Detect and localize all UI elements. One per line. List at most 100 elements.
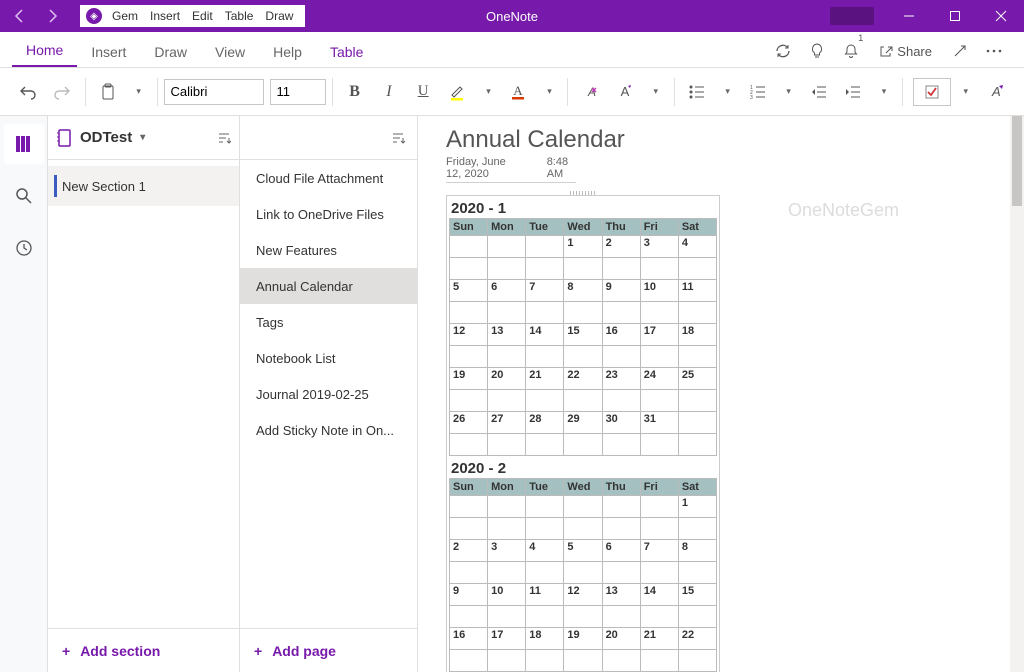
page-item[interactable]: Annual Calendar [240, 268, 417, 304]
notebook-header[interactable]: ODTest ▾ [48, 116, 239, 160]
calendar-cell[interactable] [450, 236, 488, 258]
calendar-cell-body[interactable] [488, 302, 526, 324]
calendar-cell-body[interactable] [526, 390, 564, 412]
vertical-scrollbar[interactable] [1010, 116, 1024, 672]
calendar-cell[interactable]: 25 [678, 368, 716, 390]
calendar-cell-body[interactable] [678, 258, 716, 280]
notification-bell-icon[interactable]: 1 [841, 35, 861, 67]
calendar-cell-body[interactable] [526, 434, 564, 456]
tab-home[interactable]: Home [12, 34, 77, 67]
calendar-container[interactable]: 2020 - 1SunMonTueWedThuFriSat12345678910… [446, 195, 720, 672]
calendar-cell[interactable]: 4 [526, 540, 564, 562]
calendar-cell[interactable]: 18 [526, 628, 564, 650]
calendar-cell-body[interactable] [602, 346, 640, 368]
calendar-cell[interactable]: 8 [564, 280, 602, 302]
calendar-cell[interactable]: 12 [450, 324, 488, 346]
bullet-list-dropdown[interactable]: ▾ [715, 75, 740, 109]
calendar-cell-body[interactable] [678, 562, 716, 584]
calendar-cell[interactable]: 17 [488, 628, 526, 650]
calendar-cell-body[interactable] [564, 258, 602, 280]
calendar-cell-body[interactable] [526, 562, 564, 584]
calendar-cell[interactable]: 24 [640, 368, 678, 390]
fullscreen-icon[interactable] [950, 35, 970, 67]
tag-todo-button[interactable] [913, 78, 951, 106]
tab-view[interactable]: View [201, 36, 259, 67]
calendar-cell[interactable]: 13 [488, 324, 526, 346]
calendar-cell[interactable]: 12 [564, 584, 602, 606]
calendar-cell[interactable]: 29 [564, 412, 602, 434]
tag-dropdown[interactable]: ▾ [953, 75, 978, 109]
calendar-cell-body[interactable] [602, 434, 640, 456]
calendar-cell[interactable]: 19 [564, 628, 602, 650]
font-name-input[interactable] [164, 79, 264, 105]
tab-draw[interactable]: Draw [140, 36, 201, 67]
page-item[interactable]: Journal 2019-02-25 [240, 376, 417, 412]
calendar-cell-body[interactable] [640, 346, 678, 368]
calendar-cell[interactable]: 5 [564, 540, 602, 562]
calendar-cell[interactable] [526, 236, 564, 258]
calendar-cell-body[interactable] [450, 390, 488, 412]
calendar-cell[interactable]: 9 [450, 584, 488, 606]
more-paragraph-dropdown[interactable]: ▾ [871, 75, 896, 109]
gem-menu-draw[interactable]: Draw [265, 9, 293, 23]
calendar-cell[interactable]: 14 [526, 324, 564, 346]
calendar-cell[interactable]: 14 [640, 584, 678, 606]
calendar-cell-body[interactable] [564, 346, 602, 368]
calendar-table[interactable]: SunMonTueWedThuFriSat1234567891011121314… [449, 218, 717, 456]
calendar-cell-body[interactable] [602, 518, 640, 540]
page-item[interactable]: Tags [240, 304, 417, 340]
calendar-cell[interactable]: 15 [678, 584, 716, 606]
calendar-cell[interactable]: 13 [602, 584, 640, 606]
calendar-cell[interactable]: 30 [602, 412, 640, 434]
page-item[interactable]: New Features [240, 232, 417, 268]
calendar-cell-body[interactable] [640, 606, 678, 628]
font-color-dropdown[interactable]: ▾ [537, 75, 562, 109]
calendar-cell-body[interactable] [450, 258, 488, 280]
calendar-cell-body[interactable] [564, 302, 602, 324]
calendar-cell-body[interactable] [450, 606, 488, 628]
calendar-cell-body[interactable] [564, 518, 602, 540]
calendar-cell-body[interactable] [488, 434, 526, 456]
calendar-cell[interactable]: 31 [640, 412, 678, 434]
minimize-button[interactable] [886, 0, 932, 32]
calendar-cell[interactable] [526, 496, 564, 518]
calendar-cell[interactable]: 6 [488, 280, 526, 302]
calendar-cell-body[interactable] [450, 562, 488, 584]
more-font-dropdown[interactable]: ▾ [643, 75, 668, 109]
notebooks-rail-button[interactable] [4, 124, 44, 164]
lightbulb-icon[interactable] [807, 35, 827, 67]
bold-button[interactable]: B [338, 75, 370, 109]
calendar-cell[interactable]: 2 [602, 236, 640, 258]
calendar-cell[interactable]: 16 [602, 324, 640, 346]
calendar-cell-body[interactable] [678, 390, 716, 412]
bullet-list-button[interactable] [681, 75, 713, 109]
clear-formatting-button[interactable]: A [574, 75, 606, 109]
sync-icon[interactable] [773, 35, 793, 67]
page-canvas[interactable]: Annual Calendar Friday, June 12, 2020 8:… [418, 116, 1010, 672]
format-painter-button[interactable]: A [609, 75, 641, 109]
calendar-cell[interactable]: 7 [640, 540, 678, 562]
italic-button[interactable]: I [373, 75, 405, 109]
add-page-button[interactable]: + Add page [240, 628, 417, 672]
calendar-cell-body[interactable] [678, 434, 716, 456]
page-item[interactable]: Link to OneDrive Files [240, 196, 417, 232]
calendar-cell[interactable]: 3 [640, 236, 678, 258]
calendar-cell-body[interactable] [450, 302, 488, 324]
calendar-cell-body[interactable] [488, 390, 526, 412]
scrollbar-thumb[interactable] [1012, 116, 1022, 206]
calendar-cell[interactable]: 21 [640, 628, 678, 650]
calendar-cell[interactable]: 9 [602, 280, 640, 302]
calendar-cell[interactable]: 7 [526, 280, 564, 302]
calendar-cell[interactable] [488, 236, 526, 258]
calendar-cell-body[interactable] [640, 302, 678, 324]
search-rail-button[interactable] [4, 176, 44, 216]
calendar-cell[interactable]: 26 [450, 412, 488, 434]
calendar-cell[interactable]: 10 [488, 584, 526, 606]
calendar-cell-body[interactable] [526, 518, 564, 540]
calendar-cell-body[interactable] [526, 302, 564, 324]
calendar-cell[interactable]: 4 [678, 236, 716, 258]
calendar-cell-body[interactable] [602, 302, 640, 324]
calendar-cell[interactable] [564, 496, 602, 518]
calendar-cell-body[interactable] [488, 518, 526, 540]
highlight-button[interactable] [441, 75, 473, 109]
